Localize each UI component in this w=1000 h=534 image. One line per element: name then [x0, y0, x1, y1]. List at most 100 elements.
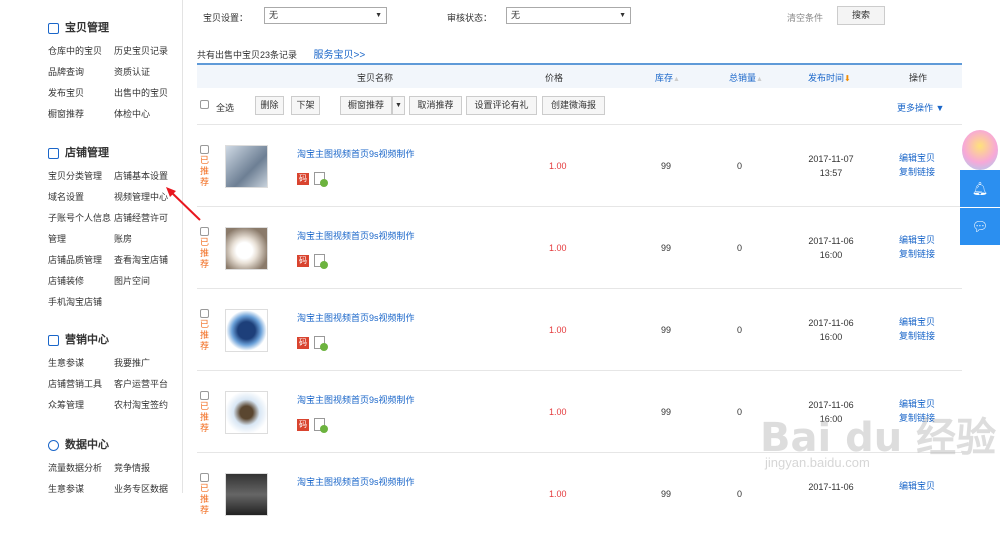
sidebar-section-shop: 店铺管理 宝贝分类管理 店铺基本设置 域名设置 视频管理中心 子账号个人信息 店…	[48, 145, 184, 311]
sidebar-link[interactable]: 业务专区数据	[114, 481, 184, 498]
sidebar-link[interactable]: 店铺装修	[48, 273, 114, 290]
search-button[interactable]: 搜索	[837, 6, 885, 25]
edit-link[interactable]: 编辑宝贝	[899, 479, 935, 493]
sidebar-link[interactable]: 店铺品质管理	[48, 252, 114, 269]
sidebar-link[interactable]: 仓库中的宝贝	[48, 43, 114, 60]
mascot-avatar[interactable]	[962, 130, 998, 170]
sidebar-link[interactable]: 账房	[114, 231, 184, 248]
product-thumbnail[interactable]	[225, 391, 268, 434]
section-title: 营销中心	[48, 332, 184, 348]
sales: 0	[737, 325, 743, 335]
col-date[interactable]: 发布时间⬇	[808, 71, 851, 84]
product-title-link[interactable]: 淘宝主图视频首页9s视频制作	[297, 393, 415, 406]
window-recommend-button[interactable]: 橱窗推荐	[340, 96, 392, 115]
sidebar-link[interactable]: 店铺基本设置	[114, 168, 184, 185]
sales: 0	[737, 161, 743, 171]
shop-icon	[48, 147, 59, 159]
sidebar-link[interactable]: 农村淘宝签约	[114, 397, 184, 414]
delist-button[interactable]: 下架	[291, 96, 320, 115]
sidebar-link[interactable]: 查看淘宝店铺	[114, 252, 184, 269]
edit-link[interactable]: 编辑宝贝	[899, 315, 935, 329]
qr-code-badge[interactable]: 码	[297, 173, 309, 185]
sidebar-link[interactable]: 橱窗推荐	[48, 106, 114, 123]
price: 1.00	[549, 489, 567, 499]
sidebar-link[interactable]: 手机淘宝店铺	[48, 294, 114, 311]
sort-up-icon: ▲	[673, 76, 680, 83]
row-checkbox[interactable]	[200, 145, 209, 154]
edit-link[interactable]: 编辑宝贝	[899, 233, 935, 247]
cancel-recommend-button[interactable]: 取消推荐	[409, 96, 462, 115]
product-title-link[interactable]: 淘宝主图视频首页9s视频制作	[297, 475, 415, 488]
action-bar: 全选 删除 下架 橱窗推荐 ▼ 取消推荐 设置评论有礼 创建微海报 更多操作 ▼	[197, 94, 962, 116]
section-title: 数据中心	[48, 437, 184, 453]
sidebar-link[interactable]: 域名设置	[48, 189, 114, 206]
copy-link[interactable]: 复制链接	[899, 247, 935, 261]
row-ops: 编辑宝贝 复制链接	[899, 151, 935, 179]
copy-link[interactable]: 复制链接	[899, 329, 935, 343]
row-checkbox[interactable]	[200, 309, 209, 318]
sidebar-section-data: 数据中心 流量数据分析 竞争情报 生意参谋 业务专区数据	[48, 437, 184, 498]
dropdown-arrow-icon: ▼	[619, 12, 626, 19]
sidebar-link[interactable]: 管理	[48, 231, 114, 248]
edit-link[interactable]: 编辑宝贝	[899, 151, 935, 165]
service-goods-link[interactable]: 服务宝贝>>	[314, 50, 366, 61]
sidebar-link[interactable]: 历史宝贝记录	[114, 43, 184, 60]
sidebar-link[interactable]: 竞争情报	[114, 460, 184, 477]
publish-date: 2017-11-06 16:00	[808, 318, 854, 342]
product-title-link[interactable]: 淘宝主图视频首页9s视频制作	[297, 311, 415, 324]
sidebar-link[interactable]: 品牌查询	[48, 64, 114, 81]
sidebar-link[interactable]: 店铺营销工具	[48, 376, 114, 393]
qr-code-badge[interactable]: 码	[297, 337, 309, 349]
sidebar-link[interactable]: 客户运营平台	[114, 376, 184, 393]
row-checkbox[interactable]	[200, 391, 209, 400]
qr-code-badge[interactable]: 码	[297, 419, 309, 431]
setting-select[interactable]: 无 ▼	[264, 7, 387, 24]
price: 1.00	[549, 407, 567, 417]
product-thumbnail[interactable]	[225, 473, 268, 516]
product-thumbnail[interactable]	[225, 227, 268, 270]
product-title-link[interactable]: 淘宝主图视频首页9s视频制作	[297, 229, 415, 242]
review-gift-button[interactable]: 设置评论有礼	[466, 96, 537, 115]
sidebar-link[interactable]: 体检中心	[114, 106, 184, 123]
sidebar-link[interactable]: 出售中的宝贝	[114, 85, 184, 102]
row-ops: 编辑宝贝 复制链接	[899, 315, 935, 343]
clear-conditions-link[interactable]: 清空条件	[787, 11, 823, 24]
sidebar-link[interactable]: 生意参谋	[48, 481, 114, 498]
sales: 0	[737, 489, 743, 499]
product-thumbnail[interactable]	[225, 145, 268, 188]
window-recommend-dropdown[interactable]: ▼	[392, 96, 405, 115]
sidebar-link[interactable]: 发布宝贝	[48, 85, 114, 102]
bell-icon[interactable]: 🔔︎	[960, 170, 1000, 207]
chat-icon[interactable]: 💬︎	[960, 208, 1000, 245]
sort-up-icon: ▲	[756, 76, 763, 83]
sidebar-link[interactable]: 资质认证	[114, 64, 184, 81]
sidebar-link[interactable]: 我要推广	[114, 355, 184, 372]
price: 1.00	[549, 325, 567, 335]
stock: 99	[661, 161, 672, 171]
product-thumbnail[interactable]	[225, 309, 268, 352]
sidebar-link[interactable]: 图片空间	[114, 273, 184, 290]
sidebar-link[interactable]: 生意参谋	[48, 355, 114, 372]
col-stock[interactable]: 库存▲	[655, 71, 680, 84]
megaphone-icon	[48, 334, 59, 346]
col-name: 宝贝名称	[357, 73, 394, 83]
sidebar-link[interactable]: 宝贝分类管理	[48, 168, 114, 185]
row-checkbox[interactable]	[200, 227, 209, 236]
review-select[interactable]: 无 ▼	[506, 7, 631, 24]
recommend-status: 已推荐	[200, 237, 210, 269]
create-poster-button[interactable]: 创建微海报	[542, 96, 605, 115]
row-checkbox[interactable]	[200, 473, 209, 482]
sidebar-link[interactable]: 子账号个人信息	[48, 210, 114, 227]
select-all-checkbox[interactable]	[200, 100, 209, 109]
product-title-link[interactable]: 淘宝主图视频首页9s视频制作	[297, 147, 415, 160]
recommend-status: 已推荐	[200, 155, 210, 187]
qr-code-badge[interactable]: 码	[297, 255, 309, 267]
sidebar-link[interactable]: 流量数据分析	[48, 460, 114, 477]
more-ops-link[interactable]: 更多操作 ▼	[897, 101, 944, 114]
sidebar-link[interactable]: 众筹管理	[48, 397, 114, 414]
record-summary: 共有出售中宝贝23条记录 服务宝贝>>	[197, 50, 366, 61]
delete-button[interactable]: 删除	[255, 96, 284, 115]
col-sales[interactable]: 总销量▲	[729, 71, 763, 84]
table-row: 已推荐 淘宝主图视频首页9s视频制作 码 1.00 99 0 2017-11-0…	[197, 206, 962, 288]
copy-link[interactable]: 复制链接	[899, 165, 935, 179]
